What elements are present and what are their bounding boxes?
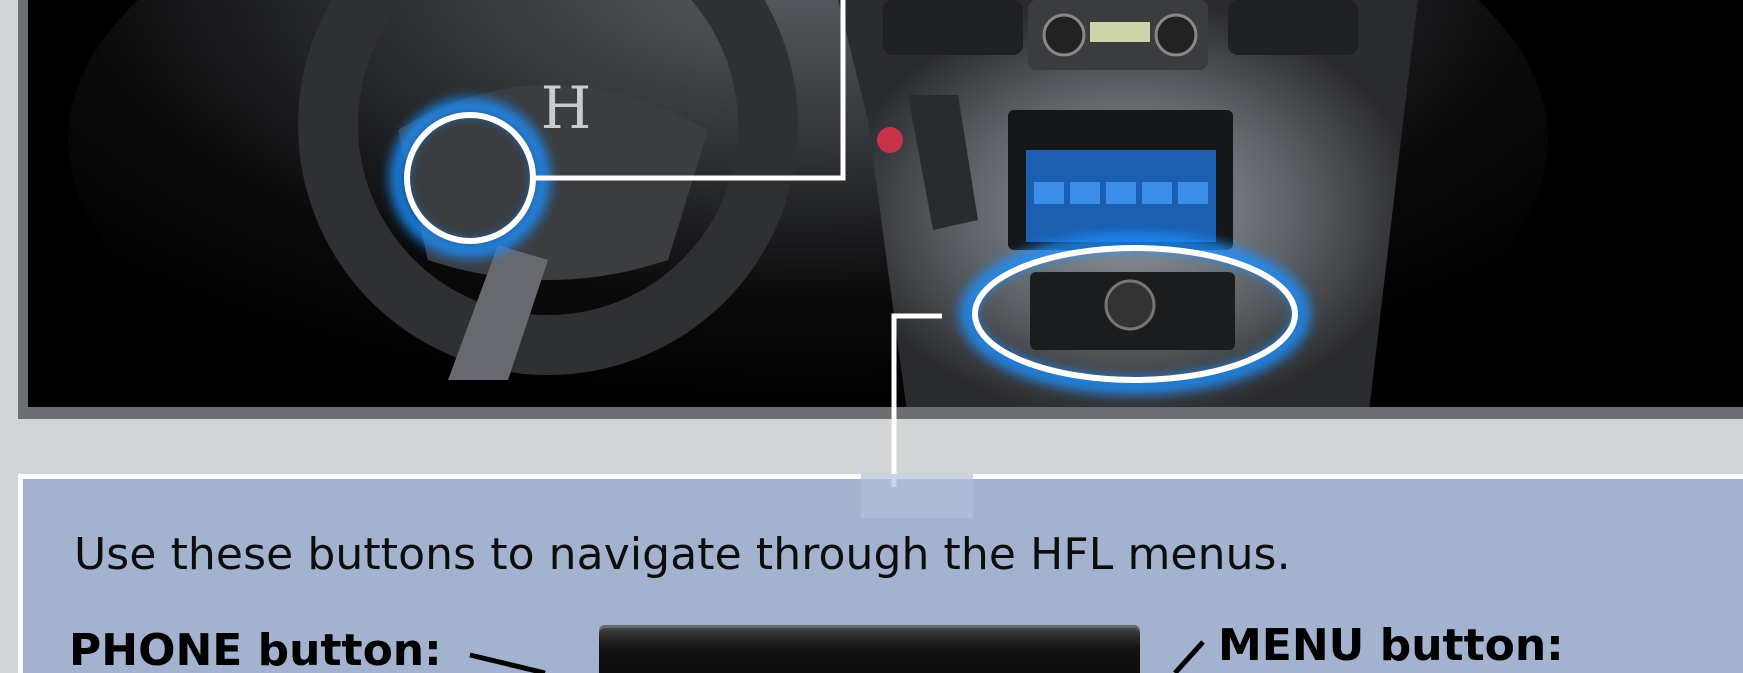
phone-button-label: PHONE button:	[69, 625, 442, 673]
honda-logo: H	[541, 74, 592, 142]
dashboard-photo: H	[28, 0, 1743, 407]
photo-frame: H	[18, 0, 1743, 419]
climate-display	[1090, 22, 1150, 42]
climate-knob-left	[1042, 13, 1086, 57]
control-unit-image	[599, 625, 1140, 673]
menu-button-label: MENU button:	[1218, 620, 1564, 671]
info-panel: Use these buttons to navigate through th…	[18, 474, 1743, 673]
start-button	[877, 127, 903, 153]
right-air-vent	[1228, 0, 1358, 55]
dashboard-illustration: H	[68, 0, 1548, 407]
interface-dial	[1104, 279, 1156, 331]
climate-knob-right	[1154, 13, 1198, 57]
intro-text: Use these buttons to navigate through th…	[74, 529, 1291, 580]
screen-icons	[1034, 182, 1208, 204]
left-air-vent	[883, 0, 1023, 55]
